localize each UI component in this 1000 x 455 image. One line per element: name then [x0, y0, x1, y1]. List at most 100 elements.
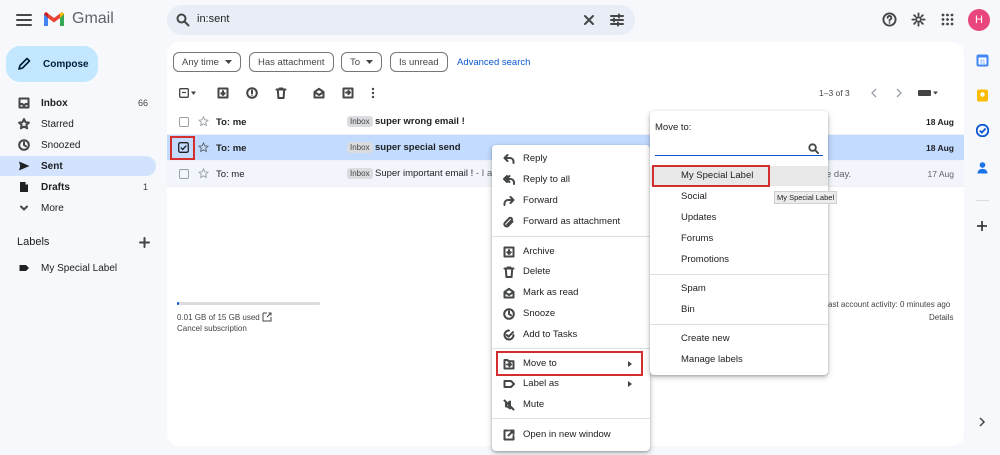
sidebar-item-snoozed[interactable]: Snoozed — [0, 135, 156, 155]
move-to-item-create-new[interactable]: Create new — [650, 329, 828, 349]
star-icon[interactable] — [198, 142, 209, 153]
menu-item-add-to-tasks[interactable]: Add to Tasks — [492, 325, 650, 345]
menu-item-label: Reply to all — [523, 174, 570, 185]
tasks-icon[interactable] — [976, 124, 989, 137]
menu-item-reply-to-all[interactable]: Reply to all — [492, 170, 650, 190]
move-to-item-label: Updates — [681, 212, 717, 223]
hamburger-icon — [16, 14, 32, 26]
row-checkbox-checked[interactable] — [178, 142, 189, 153]
sidebar-item-label: Drafts — [41, 181, 70, 193]
attachment-icon — [503, 216, 514, 228]
move-to-icon[interactable] — [342, 87, 354, 99]
svg-text:31: 31 — [980, 60, 986, 66]
menu-item-delete[interactable]: Delete — [492, 262, 650, 282]
menu-item-open-in-new-window[interactable]: Open in new window — [492, 425, 650, 445]
move-to-item-forums[interactable]: Forums — [650, 229, 828, 249]
sidebar-item-starred[interactable]: Starred — [0, 114, 156, 134]
menu-item-snooze[interactable]: Snooze — [492, 304, 650, 324]
sidebar-item-label: More — [41, 202, 64, 214]
main-menu-button[interactable] — [14, 12, 34, 28]
star-icon[interactable] — [198, 116, 209, 127]
gmail-logo[interactable]: Gmail — [42, 10, 114, 28]
chip-label: To — [350, 56, 361, 68]
menu-item-forward-as-attachment[interactable]: Forward as attachment — [492, 212, 650, 232]
search-icon — [808, 143, 819, 154]
compose-button[interactable]: Compose — [6, 46, 98, 82]
email-subject: super special send — [375, 142, 461, 153]
search-icon — [176, 13, 190, 27]
envelope-open-icon[interactable] — [313, 87, 325, 99]
input-tools-icon[interactable] — [918, 89, 940, 97]
move-to-item-label: Create new — [681, 333, 730, 344]
move-to-item-updates[interactable]: Updates — [650, 208, 828, 228]
gmail-m-icon — [44, 12, 64, 26]
to-filter[interactable]: To — [341, 52, 383, 72]
move-to-item-manage-labels[interactable]: Manage labels — [650, 350, 828, 370]
sidebar-item-more[interactable]: More — [0, 198, 156, 218]
menu-item-reply[interactable]: Reply — [492, 149, 650, 169]
menu-divider — [492, 236, 650, 237]
menu-item-archive[interactable]: Archive — [492, 242, 650, 262]
plus-icon[interactable] — [139, 237, 150, 248]
email-date: 18 Aug — [925, 117, 954, 127]
select-all-checkbox[interactable] — [179, 88, 197, 98]
search-bar[interactable]: in:sent — [167, 5, 635, 35]
cancel-subscription-link[interactable]: Cancel subscription — [177, 324, 247, 333]
context-menu: Reply Reply to all Forward Forward as at… — [492, 145, 650, 451]
chevron-right-icon[interactable] — [895, 88, 903, 98]
menu-item-label: Forward — [523, 195, 558, 206]
calendar-icon[interactable]: 31 — [976, 54, 989, 67]
chevron-left-icon[interactable] — [870, 88, 878, 98]
menu-item-label: Mark as read — [523, 287, 579, 298]
sidebar-item-sent[interactable]: Sent — [0, 156, 156, 176]
clock-icon — [503, 308, 515, 320]
email-date: 17 Aug — [927, 169, 954, 179]
show-side-panel-icon[interactable] — [978, 417, 986, 427]
report-spam-icon[interactable] — [246, 87, 258, 99]
table-row[interactable]: To: me Inbox super wrong email ! 18 Aug — [167, 109, 964, 135]
menu-item-label: Mute — [523, 399, 545, 410]
add-addon-icon[interactable] — [976, 220, 988, 232]
menu-item-mute[interactable]: Mute — [492, 395, 650, 415]
move-to-item-bin[interactable]: Bin — [650, 300, 828, 320]
contacts-icon[interactable] — [976, 161, 989, 174]
open-external-icon[interactable] — [262, 312, 272, 322]
menu-item-mark-as-read[interactable]: Mark as read — [492, 283, 650, 303]
apps-grid-icon[interactable] — [941, 13, 954, 26]
menu-item-forward[interactable]: Forward — [492, 191, 650, 211]
advanced-search-link[interactable]: Advanced search — [457, 57, 530, 68]
is-unread-filter[interactable]: Is unread — [390, 52, 448, 72]
row-checkbox[interactable] — [179, 117, 189, 127]
trash-icon — [503, 266, 515, 278]
close-icon[interactable] — [583, 14, 595, 26]
avatar[interactable]: H — [968, 9, 990, 31]
sidebar-item-inbox[interactable]: Inbox 66 — [0, 93, 156, 113]
any-time-filter[interactable]: Any time — [173, 52, 241, 72]
trash-icon[interactable] — [275, 87, 287, 99]
row-checkbox[interactable] — [179, 169, 189, 179]
more-vert-icon[interactable] — [371, 87, 375, 99]
search-options-icon[interactable] — [610, 13, 624, 27]
move-to-item-spam[interactable]: Spam — [650, 279, 828, 299]
help-icon[interactable] — [882, 12, 897, 27]
sidebar-label-my-special-label[interactable]: My Special Label — [0, 258, 156, 278]
sidebar-item-label: Snoozed — [41, 139, 81, 151]
menu-item-label-as[interactable]: Label as — [492, 374, 650, 394]
keep-icon[interactable] — [976, 89, 989, 102]
labels-heading: Labels — [17, 236, 50, 248]
menu-item-label: Label as — [523, 378, 559, 389]
has-attachment-filter[interactable]: Has attachment — [249, 52, 334, 72]
inbox-icon — [18, 97, 30, 109]
submenu-arrow-icon — [628, 381, 632, 387]
details-link[interactable]: Details — [929, 313, 953, 322]
label-search-input[interactable] — [655, 141, 823, 156]
archive-icon[interactable] — [217, 87, 229, 99]
search-input[interactable]: in:sent — [197, 13, 229, 25]
move-to-item-promotions[interactable]: Promotions — [650, 250, 828, 270]
add-task-icon — [503, 329, 515, 341]
gear-icon[interactable] — [911, 12, 926, 27]
sidebar-item-drafts[interactable]: Drafts 1 — [0, 177, 156, 197]
recipient: To: me — [216, 117, 247, 128]
star-icon[interactable] — [198, 168, 209, 179]
move-to-submenu: Move to: My Special Label Social Updates… — [650, 111, 828, 375]
